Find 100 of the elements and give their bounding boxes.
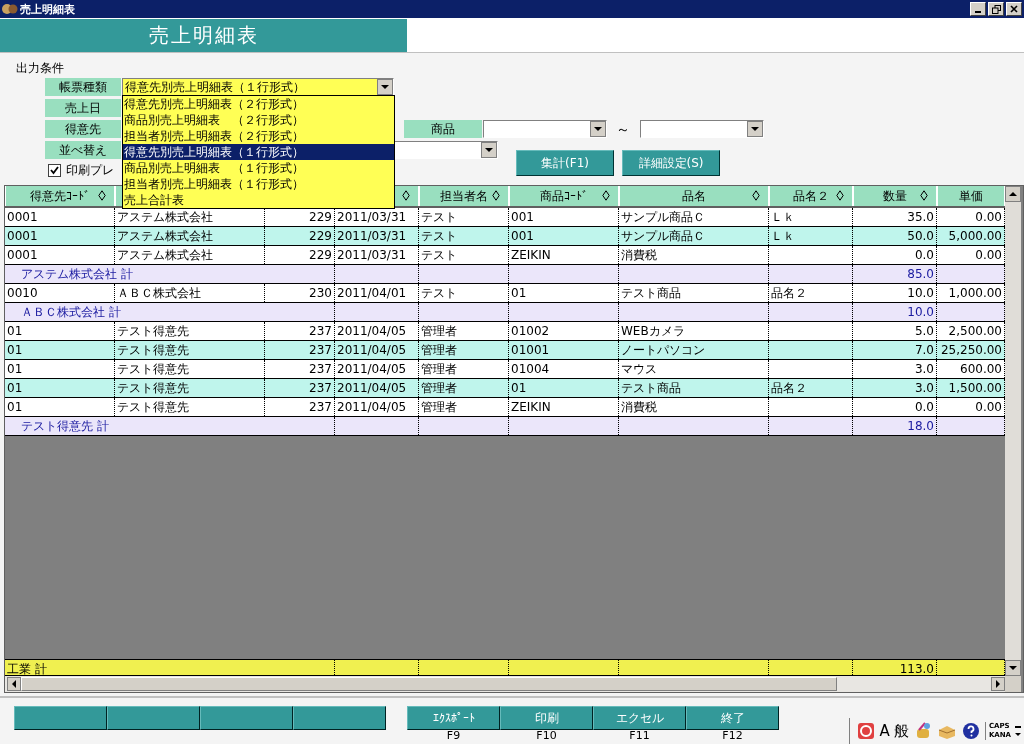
table-cell-text: 5.0 — [914, 323, 934, 340]
vertical-scrollbar[interactable] — [1005, 186, 1021, 676]
sort-icon[interactable] — [836, 190, 844, 201]
table-cell-text: ZEIKIN — [511, 399, 551, 416]
table-cell-text: 0.0 — [914, 247, 934, 264]
table-cell-text: 7.0 — [914, 342, 934, 359]
ime-icon[interactable] — [855, 721, 876, 741]
field-label: 並べ替え — [45, 141, 121, 159]
table-cell-text: テスト得意先 — [117, 323, 189, 340]
table-cell-text: Ｌｋ — [771, 228, 795, 245]
table-cell-text: 3.0 — [914, 380, 934, 397]
app-icon — [2, 2, 18, 16]
section-heading: 出力条件 — [16, 61, 65, 76]
dropdown-option[interactable]: 担当者別売上明細表（２行形式） — [123, 128, 394, 144]
options-arrow-icon[interactable] — [1015, 723, 1022, 739]
checkbox[interactable] — [48, 163, 61, 177]
scroll-down-icon[interactable] — [1005, 660, 1021, 676]
subtotal-quantity: 85.0 — [907, 266, 934, 283]
table-cell-text: 2011/04/01 — [337, 285, 407, 302]
report-type-dropdown[interactable]: 得意先別売上明細表（１行形式） — [122, 78, 394, 96]
sort-icon[interactable] — [752, 190, 760, 201]
dropdown-option[interactable]: 商品別売上明細表 （２行形式） — [123, 112, 394, 128]
sort-icon[interactable] — [602, 190, 610, 201]
dropdown-option[interactable]: 売上合計表 — [123, 192, 394, 208]
key-label: F12 — [722, 730, 743, 742]
column-header[interactable]: 担当者名 — [419, 186, 509, 206]
table-cell-text: 2011/03/31 — [337, 247, 407, 264]
product-from-dropdown[interactable] — [483, 120, 607, 138]
minimize-button[interactable] — [970, 2, 986, 16]
dropdown-option[interactable]: 担当者別売上明細表（１行形式） — [123, 176, 394, 192]
horizontal-scrollbar[interactable] — [5, 676, 1005, 692]
table-cell-text: 01002 — [511, 323, 550, 340]
field-label: 得意先 — [45, 120, 121, 138]
function-key-button[interactable] — [14, 706, 107, 730]
function-key-button[interactable] — [200, 706, 293, 730]
table-cell-text: 229 — [309, 209, 332, 226]
function-key-button[interactable] — [107, 706, 200, 730]
table-cell-text: 2011/03/31 — [337, 209, 407, 226]
table-cell-text: 0.00 — [975, 247, 1002, 264]
table-cell-text: 品名２ — [771, 380, 807, 397]
field-label: 商品 — [404, 120, 482, 138]
scroll-right-icon[interactable] — [991, 677, 1005, 691]
scroll-left-icon[interactable] — [7, 677, 21, 691]
sort-icon[interactable] — [98, 190, 106, 201]
field-label: 売上日 — [45, 99, 121, 117]
table-cell-text: テスト得意先 — [117, 361, 189, 378]
table-cell-text: 01 — [7, 361, 23, 378]
close-icon — [1010, 5, 1018, 13]
help-icon[interactable] — [960, 721, 981, 741]
table-cell-text: 3.0 — [914, 361, 934, 378]
table-cell-text: 600.00 — [960, 361, 1002, 378]
table-cell-text: 品名２ — [771, 285, 807, 302]
table-cell-text: 01 — [7, 399, 23, 416]
dropdown-option[interactable]: 得意先別売上明細表（２行形式） — [123, 96, 394, 112]
column-header[interactable]: 商品ｺｰﾄﾞ — [509, 186, 619, 206]
table-cell-text: テスト — [421, 228, 457, 245]
table-cell-text: 230 — [309, 285, 332, 302]
subtotal-quantity: 10.0 — [907, 304, 934, 321]
table-cell-text: 001 — [511, 228, 534, 245]
table-cell-text: 管理者 — [421, 399, 457, 416]
close-button[interactable] — [1006, 2, 1022, 16]
table-cell-text: マウス — [621, 361, 657, 378]
table-cell-text: 25,250.00 — [940, 342, 1002, 359]
table-cell-text: 5,000.00 — [948, 228, 1002, 245]
table-cell-text: 229 — [309, 247, 332, 264]
ime-mode[interactable]: A — [879, 722, 890, 740]
sort-icon[interactable] — [402, 190, 410, 201]
range-separator: ～ — [615, 120, 631, 138]
sort-icon[interactable] — [920, 190, 928, 201]
column-header[interactable]: 品名 — [619, 186, 769, 206]
table-cell-text: 0001 — [7, 209, 38, 226]
scrollbar-thumb[interactable] — [21, 677, 837, 691]
table-cell-text: 35.0 — [907, 209, 934, 226]
scrollbar-corner — [1005, 676, 1021, 692]
table-cell-text: 237 — [309, 380, 332, 397]
table-cell-text: 01001 — [511, 342, 550, 359]
function-key-button[interactable] — [293, 706, 386, 730]
dropdown-option[interactable]: 得意先別売上明細表（１行形式） — [123, 144, 394, 160]
table-cell-text: 237 — [309, 342, 332, 359]
table-cell-text: ZEIKIN — [511, 247, 551, 264]
table-cell-text: 001 — [511, 209, 534, 226]
restore-button[interactable] — [988, 2, 1004, 16]
dropdown-option[interactable]: 商品別売上明細表 （１行形式） — [123, 160, 394, 176]
column-header[interactable]: 品名２ — [769, 186, 853, 206]
table-cell-text: テスト得意先 — [117, 342, 189, 359]
table-cell-text: 50.0 — [907, 228, 934, 245]
table-cell-text: 2011/04/05 — [337, 323, 407, 340]
window-title: 売上明細表 — [20, 1, 75, 17]
table-cell-text: 2011/04/05 — [337, 361, 407, 378]
table-cell-text: 2011/04/05 — [337, 380, 407, 397]
column-header[interactable]: 数量 — [853, 186, 937, 206]
scroll-up-icon[interactable] — [1005, 186, 1021, 202]
product-to-dropdown[interactable] — [640, 120, 764, 138]
ime-input-mode[interactable]: 般 — [893, 721, 909, 741]
table-cell-text: アステム株式会社 — [117, 209, 213, 226]
table-cell-text: テスト商品 — [621, 380, 681, 397]
column-header[interactable]: 得意先ｺｰﾄﾞ — [5, 186, 115, 206]
table-cell-text: 01 — [7, 342, 23, 359]
checkbox-label: 印刷プレ — [66, 161, 114, 179]
sort-icon[interactable] — [492, 190, 500, 201]
